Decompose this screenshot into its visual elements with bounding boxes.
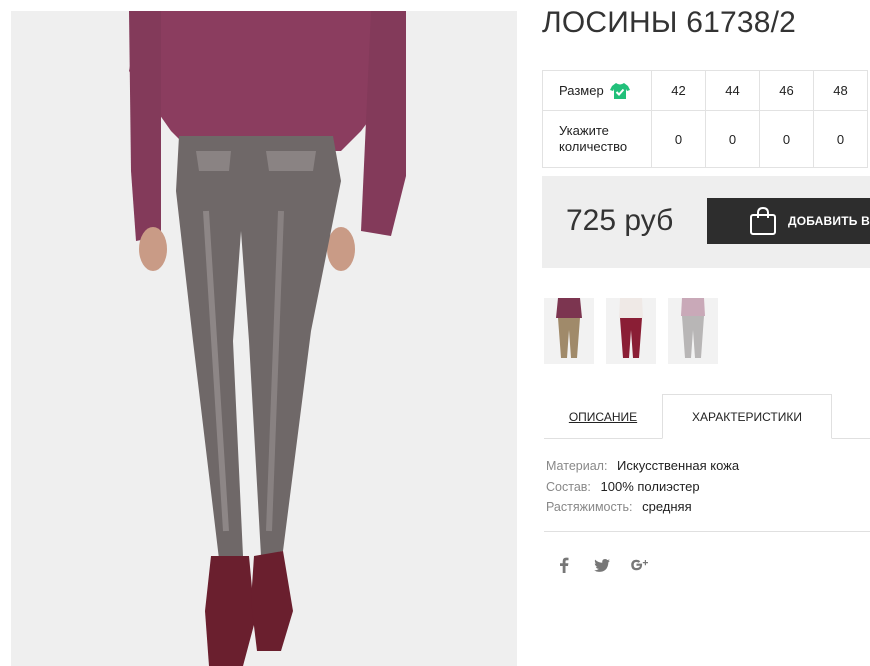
facebook-icon[interactable]	[554, 553, 574, 577]
size-option-44[interactable]: 44	[705, 70, 760, 111]
size-option-48[interactable]: 48	[813, 70, 868, 111]
product-photo	[11, 11, 517, 666]
size-option-42[interactable]: 42	[651, 70, 706, 111]
price-panel: 725 руб ДОБАВИТЬ В	[542, 176, 870, 268]
product-tabs: ОПИСАНИЕ ХАРАКТЕРИСТИКИ	[544, 394, 870, 439]
characteristic-value: Искусственная кожа	[617, 458, 740, 473]
quantity-input-48[interactable]: 0	[813, 110, 868, 168]
characteristic-row: Состав: 100% полиэстер	[546, 477, 739, 498]
price: 725 руб	[566, 204, 674, 237]
characteristic-row: Материал: Искусственная кожа	[546, 456, 739, 477]
size-label: Размер	[559, 82, 604, 98]
thumbnail-image-gold	[544, 298, 594, 364]
tab-characteristics[interactable]: ХАРАКТЕРИСТИКИ	[662, 394, 832, 439]
characteristics-list: Материал: Искусственная кожа Состав: 100…	[546, 456, 739, 518]
characteristic-key: Состав:	[546, 479, 591, 494]
quantity-input-44[interactable]: 0	[705, 110, 760, 168]
quantity-input-46[interactable]: 0	[759, 110, 814, 168]
thumbnail-1[interactable]	[544, 298, 594, 364]
thumbnail-2[interactable]	[606, 298, 656, 364]
product-title: ЛОСИНЫ 61738/2	[542, 6, 797, 39]
tshirt-check-icon[interactable]	[609, 82, 630, 100]
tab-description[interactable]: ОПИСАНИЕ	[544, 394, 662, 439]
thumbnail-image-silver	[668, 298, 718, 364]
characteristic-key: Растяжимость:	[546, 500, 633, 514]
add-to-cart-button[interactable]: ДОБАВИТЬ В	[707, 198, 870, 244]
product-details: ЛОСИНЫ 61738/2 Размер 42 44 46 48 Укажит…	[542, 0, 870, 666]
thumbnail-strip	[544, 298, 718, 364]
quantity-input-42[interactable]: 0	[651, 110, 706, 168]
characteristic-value: 100% полиэстер	[600, 478, 700, 494]
size-option-46[interactable]: 46	[759, 70, 814, 111]
social-share	[554, 553, 650, 577]
add-to-cart-label: ДОБАВИТЬ В	[788, 214, 870, 228]
size-label-cell: Размер	[542, 70, 652, 111]
thumbnail-3[interactable]	[668, 298, 718, 364]
google-plus-icon[interactable]	[630, 553, 650, 577]
characteristic-value: средняя	[642, 499, 692, 514]
quantity-label: Укажите количество	[542, 110, 652, 168]
twitter-icon[interactable]	[592, 553, 612, 577]
shopping-bag-icon	[750, 206, 776, 235]
thumbnail-image-burgundy	[606, 298, 656, 364]
product-image[interactable]	[11, 11, 517, 666]
size-table: Размер 42 44 46 48 Укажите количество 0 …	[542, 70, 868, 168]
characteristic-key: Материал:	[546, 459, 608, 473]
characteristic-row: Растяжимость: средняя	[546, 497, 739, 518]
divider	[544, 531, 870, 532]
